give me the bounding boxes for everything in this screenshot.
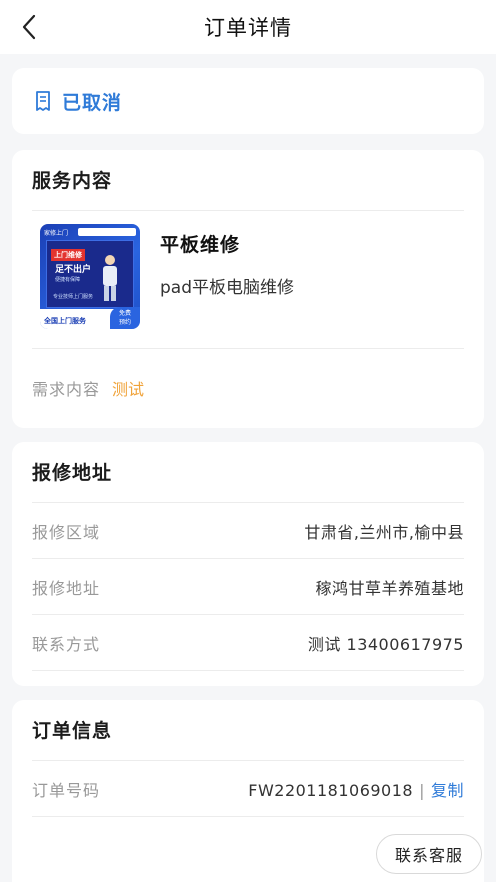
demand-row: 需求内容 测试 bbox=[32, 349, 464, 427]
service-card: 服务内容 家修上门 上门维修 足不出户 便捷有保障 专业技师上门服务 全国上门服… bbox=[12, 150, 484, 428]
area-value: 甘肃省,兰州市,榆中县 bbox=[304, 522, 464, 542]
address-value: 稼鸿甘草羊养殖基地 bbox=[315, 578, 464, 598]
thumb-badge: 免费 预约 bbox=[110, 307, 140, 329]
thumb-brand: 家修上门 bbox=[44, 230, 69, 237]
thumb-headline: 足不出户 便捷有保障 bbox=[55, 265, 91, 285]
thumb-headline-line-2: 便捷有保障 bbox=[55, 277, 81, 283]
address-row-area: 报修区域 甘肃省,兰州市,榆中县 bbox=[32, 502, 464, 558]
status-badge: 已取消 bbox=[62, 91, 123, 114]
thumb-panel: 上门维修 足不出户 便捷有保障 专业技师上门服务 bbox=[46, 240, 134, 308]
order-number-value: FW2201181069018 bbox=[248, 780, 414, 800]
contact-label: 联系方式 bbox=[32, 634, 101, 654]
address-section-title: 报修地址 bbox=[32, 462, 113, 484]
thumb-banner-bar bbox=[78, 228, 136, 236]
service-section-title: 服务内容 bbox=[32, 170, 113, 192]
nav-bar: 订单详情 bbox=[0, 0, 496, 54]
address-card: 报修地址 报修区域 甘肃省,兰州市,榆中县 报修地址 稼鸿甘草羊养殖基地 联系方… bbox=[12, 442, 484, 686]
demand-label: 需求内容 bbox=[32, 380, 101, 399]
contact-service-button[interactable]: 联系客服 bbox=[376, 834, 482, 874]
page-title: 订单详情 bbox=[204, 16, 292, 40]
service-item[interactable]: 家修上门 上门维修 足不出户 便捷有保障 专业技师上门服务 全国上门服务 免费 … bbox=[32, 211, 464, 348]
copy-button[interactable]: 复制 bbox=[431, 781, 464, 800]
technician-figure-icon bbox=[103, 255, 117, 301]
thumb-label: 上门维修 bbox=[51, 249, 85, 261]
thumb-headline-line-1: 足不出户 bbox=[55, 265, 92, 275]
order-section-title: 订单信息 bbox=[32, 720, 113, 742]
contact-value: 测试 13400617975 bbox=[307, 634, 464, 654]
status-card: 已取消 bbox=[12, 68, 484, 134]
back-button[interactable] bbox=[14, 12, 44, 42]
service-info: 平板维修 pad平板电脑维修 bbox=[160, 224, 294, 348]
order-number-group: FW2201181069018 | 复制 bbox=[248, 777, 464, 801]
thumb-badge-line-1: 免费 bbox=[118, 310, 131, 317]
copy-separator: | bbox=[419, 780, 425, 800]
service-name: 平板维修 bbox=[160, 234, 241, 256]
thumb-caption: 专业技师上门服务 bbox=[53, 294, 94, 300]
order-number-row: 订单号码 FW2201181069018 | 复制 bbox=[32, 760, 464, 816]
address-label: 报修地址 bbox=[32, 578, 101, 598]
document-icon bbox=[34, 90, 54, 112]
divider bbox=[32, 816, 464, 817]
order-number-label: 订单号码 bbox=[32, 780, 101, 800]
service-description: pad平板电脑维修 bbox=[160, 278, 294, 298]
address-row-contact: 联系方式 测试 13400617975 bbox=[32, 614, 464, 670]
chevron-left-icon bbox=[22, 14, 36, 40]
service-thumbnail: 家修上门 上门维修 足不出户 便捷有保障 专业技师上门服务 全国上门服务 免费 … bbox=[40, 224, 140, 329]
area-label: 报修区域 bbox=[32, 522, 101, 542]
address-row-address: 报修地址 稼鸿甘草羊养殖基地 bbox=[32, 558, 464, 614]
demand-value: 测试 bbox=[112, 380, 145, 399]
thumb-footer-text: 全国上门服务 bbox=[44, 317, 86, 325]
thumb-badge-line-2: 预约 bbox=[118, 319, 131, 326]
divider bbox=[32, 670, 464, 671]
